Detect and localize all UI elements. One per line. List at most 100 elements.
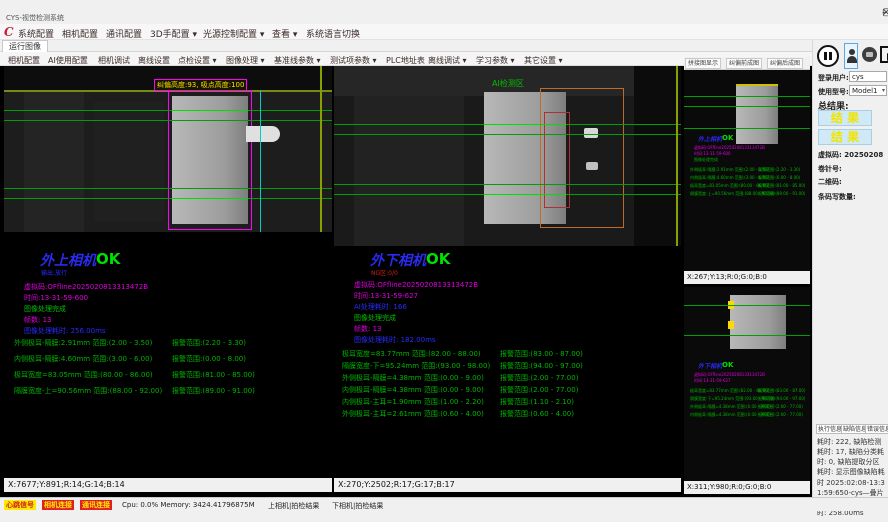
close-icon[interactable]: × [882, 7, 888, 18]
qr-code-label: 二维码: [818, 177, 842, 187]
cursor-vline-cyan [260, 90, 261, 232]
thumb-tab-pre-align[interactable]: 纠偏前成图 [726, 58, 762, 69]
menubar: C 系统配置 相机配置 通讯配置 3D手配置 ▾ 光源控制配置 ▾ 查看 ▾ 系… [0, 24, 888, 40]
robot-mode-button[interactable] [862, 47, 877, 62]
right-sidebar: 登录用户: 使用型号: Model1 ▾ 总结果: 结 果 结 果 虚拟码: 2… [812, 40, 888, 497]
menu-camera-config[interactable]: 相机配置 [62, 27, 98, 40]
app-logo-icon: C [4, 25, 14, 39]
measurement-row: 隔膜宽度-上=90.56mm 范围:(88.00 - 92.00) [14, 386, 162, 396]
elapsed-line: 图像处理耗时: 182.00ms [354, 335, 436, 345]
thumb-tab-post-align[interactable]: 纠偏后成图 [767, 58, 803, 69]
measure-line-bright [484, 124, 566, 125]
tool-offline-debug[interactable]: 离线调试 ▾ [428, 55, 467, 66]
login-user-input[interactable] [849, 71, 887, 82]
tool-other-set[interactable]: 其它设置 ▾ [524, 55, 563, 66]
output-state: 输出:放行 [41, 268, 67, 277]
titlebar: CYS-视觉检测系统 – ▢ × [0, 0, 888, 24]
tool-image-process[interactable]: 图像处理 ▾ [226, 55, 265, 66]
user-login-button[interactable] [844, 43, 858, 69]
tool-offline-set[interactable]: 离线设置 [138, 55, 170, 66]
ai-zone-label: AI检测区 [492, 78, 524, 89]
edge-vline-green [320, 66, 322, 232]
measurement-row: 内侧极耳-隔膜:4.60mm 范围:(3.00 - 6.00) [14, 354, 152, 364]
tool-camera-debug[interactable]: 相机调试 [98, 55, 130, 66]
lower-camera-feed[interactable]: AI检测区 [334, 66, 681, 246]
statusbar: 心跳信号 相机连接 通讯连接 Cpu: 0.0% Memory: 3424.41… [0, 497, 888, 511]
menu-system-config[interactable]: 系统配置 [18, 27, 54, 40]
result-ok: OK [722, 361, 733, 369]
measure-line [4, 110, 332, 111]
mini-alarm: 报警范围:(89.00 - 91.00) [758, 191, 805, 197]
needle-no-label: 卷针号: [818, 164, 842, 174]
exit-button[interactable] [880, 46, 888, 63]
tool-plc-table[interactable]: PLC地址表 [386, 55, 425, 66]
mini-camera-title: 外上相机OK [698, 134, 722, 143]
mini-alarm: 报警范围:(2.00 - 77.00) [758, 412, 803, 418]
menu-light-config[interactable]: 光源控制配置 ▾ [203, 27, 264, 40]
menu-view[interactable]: 查看 ▾ [272, 27, 297, 40]
mini-alarm: 报警范围:(81.00 - 85.00) [758, 183, 805, 189]
tab-run-image[interactable]: 运行图像 [2, 40, 48, 52]
gripper-connector [246, 126, 280, 142]
tool-baseline-param[interactable]: 基准线参数 ▾ [274, 55, 321, 66]
user-icon [847, 56, 857, 63]
menu-comm-config[interactable]: 通讯配置 [106, 27, 142, 40]
measure-line [4, 120, 332, 121]
mini-camera-title: 外下相机OK [698, 361, 722, 370]
thumbnail-lower[interactable]: 外下相机OK 虚拟码:OFfline2025020813313472B 时间:1… [684, 287, 810, 494]
result-ok: OK [426, 250, 450, 268]
info-tab-error[interactable]: 错误信息 [865, 424, 888, 434]
measure-line [334, 134, 681, 135]
alarm-range: 报警范围:(83.00 - 87.00) [500, 349, 583, 359]
roi-rect-magenta [168, 90, 252, 230]
measure-line [4, 198, 332, 199]
code-label-text: 虚拟码: [818, 151, 842, 159]
alarm-range: 报警范围:(89.00 - 91.00) [172, 386, 255, 396]
alarm-range: 报警范围:(81.00 - 85.00) [172, 370, 255, 380]
result-ok: OK [96, 250, 120, 268]
measure-line [684, 128, 810, 129]
process-done-line: 图像处理完成 [354, 313, 396, 323]
result-box-lower: 结 果 [818, 129, 872, 145]
measure-line [4, 188, 332, 189]
tool-ai-config[interactable]: AI使用配置 [48, 55, 88, 66]
lower-camera-panel: AI检测区 外下相机OK NG区:0/0 虚拟码:OFfline20250208… [334, 66, 681, 492]
model-select[interactable]: Model1 ▾ [849, 85, 887, 96]
ai-elapsed-line: AI处理耗时: 166 [354, 302, 407, 312]
elapsed-line: 图像处理耗时: 256.00ms [24, 326, 106, 336]
info-tab-exec[interactable]: 执行信息 [816, 424, 844, 434]
measurement-row: 外侧极耳-主耳=2.61mm 范围:(0.60 - 4.00) [342, 409, 484, 419]
pause-button[interactable] [817, 45, 839, 67]
pixel-coords-bar: X:7677;Y:891;R:14;G:14;B:14 [4, 478, 332, 492]
tool-camera-config[interactable]: 相机配置 [8, 55, 40, 66]
tool-learn-param[interactable]: 学习参数 ▾ [476, 55, 515, 66]
time-line: 时间:13-31-59-627 [354, 291, 418, 301]
mini-alarm: 报警范围:(2.00 - 77.00) [758, 404, 803, 410]
thumbnail-upper[interactable]: 外上相机OK 虚拟码:OFfline2025020813313472B 时间:1… [684, 70, 810, 284]
result-ok: OK [722, 134, 733, 142]
upper-camera-feed[interactable]: 纠偏高度:93, 吸点高度:100 [4, 66, 332, 232]
cell-region [736, 86, 778, 144]
robot-icon [866, 52, 873, 57]
tool-check-set[interactable]: 点检设置 ▾ [178, 55, 217, 66]
mini-alarm: 报警范围:(2.20 - 3.30) [758, 167, 800, 173]
barcode-line: 虚拟码:OFfline2025020813313472B [354, 280, 478, 290]
pause-icon [829, 52, 832, 60]
measure-line [334, 184, 681, 185]
write-count-label: 条码写数量: [818, 192, 856, 202]
alarm-range: 报警范围:(0.60 - 4.00) [500, 409, 574, 419]
menu-language-switch[interactable]: 系统语言切换 [306, 27, 360, 40]
machine-column [24, 92, 84, 232]
thumb-tab-stitched[interactable]: 拼接图显示 [685, 58, 721, 69]
measurement-row: 外侧极耳-隔膜:2.91mm 范围:(2.00 - 3.50) [14, 338, 152, 348]
upper-camera-panel: 纠偏高度:93, 吸点高度:100 外上相机OK 输出:放行 虚拟码:OFfli… [4, 66, 332, 492]
comm-link-indicator: 通讯连接 [80, 500, 112, 510]
frame-line: 帧数: 13 [354, 324, 382, 334]
yellow-mark [728, 321, 734, 329]
menu-3d-config[interactable]: 3D手配置 ▾ [150, 27, 197, 40]
alarm-range: 报警范围:(1.10 - 2.10) [500, 397, 574, 407]
dark-right-band [634, 66, 681, 246]
tool-test-param[interactable]: 测试项参数 ▾ [330, 55, 377, 66]
camera-name: 外下相机 [698, 363, 722, 370]
ruler-label: 纠偏高度:93, 吸点高度:100 [154, 79, 247, 91]
